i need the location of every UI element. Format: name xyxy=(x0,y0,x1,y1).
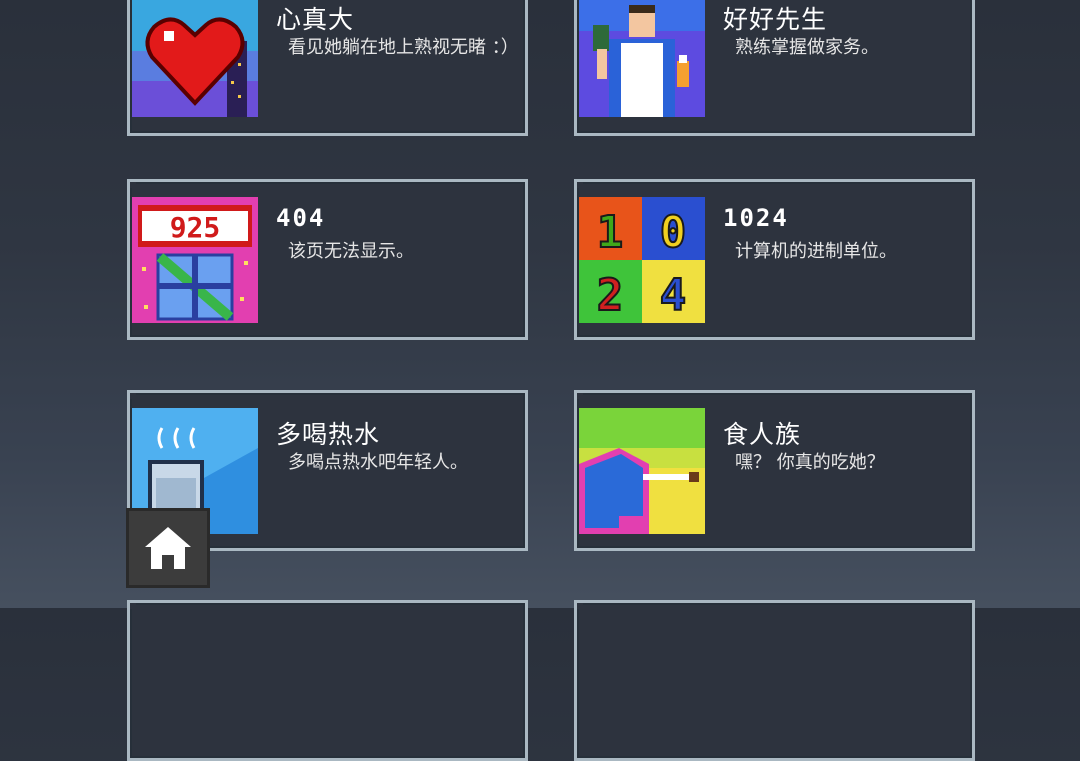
gift-counter-icon: 925 xyxy=(132,197,258,323)
heart-icon xyxy=(132,0,258,117)
digit-1: 1 xyxy=(597,207,624,258)
achievement-description: 计算机的进制单位。 xyxy=(735,241,897,262)
digit-0: 0 xyxy=(660,207,687,258)
achievement-description: 该页无法显示。 xyxy=(288,241,414,262)
digit-4: 4 xyxy=(660,270,687,321)
achievement-title: 多喝热水 xyxy=(276,420,381,449)
achievement-card[interactable] xyxy=(574,600,975,761)
achievement-title: 404 xyxy=(276,204,326,232)
achievement-card[interactable]: 925 404 该页无法显示。 xyxy=(127,179,528,340)
number-grid-icon: 1 0 2 4 xyxy=(579,197,705,323)
housekeeper-icon xyxy=(579,0,705,117)
achievement-title: 好好先生 xyxy=(723,5,828,34)
home-icon xyxy=(145,527,191,569)
achievement-card[interactable]: 心真大 看见她躺在地上熟视无睹 ：） xyxy=(127,0,528,136)
achievement-description: 多喝点热水吧年轻人。 xyxy=(288,452,468,473)
counter-display: 925 xyxy=(170,211,221,244)
digit-2: 2 xyxy=(597,270,624,321)
achievement-card[interactable]: 食人族 嘿？ 你真的吃她？ xyxy=(574,390,975,551)
cannibal-icon xyxy=(579,408,705,534)
achievement-description: 熟练掌握做家务。 xyxy=(735,37,879,58)
achievement-card[interactable]: 好好先生 熟练掌握做家务。 xyxy=(574,0,975,136)
achievement-title: 心真大 xyxy=(276,5,355,34)
home-button[interactable] xyxy=(126,508,210,588)
achievement-title: 食人族 xyxy=(723,420,802,449)
achievement-title: 1024 xyxy=(723,204,789,232)
achievement-description: 看见她躺在地上熟视无睹 ：） xyxy=(288,37,519,58)
achievement-card[interactable]: 1 0 2 4 1024 计算机的进制单位。 xyxy=(574,179,975,340)
achievement-card[interactable] xyxy=(127,600,528,761)
achievement-description: 嘿？ 你真的吃她？ xyxy=(735,452,885,473)
